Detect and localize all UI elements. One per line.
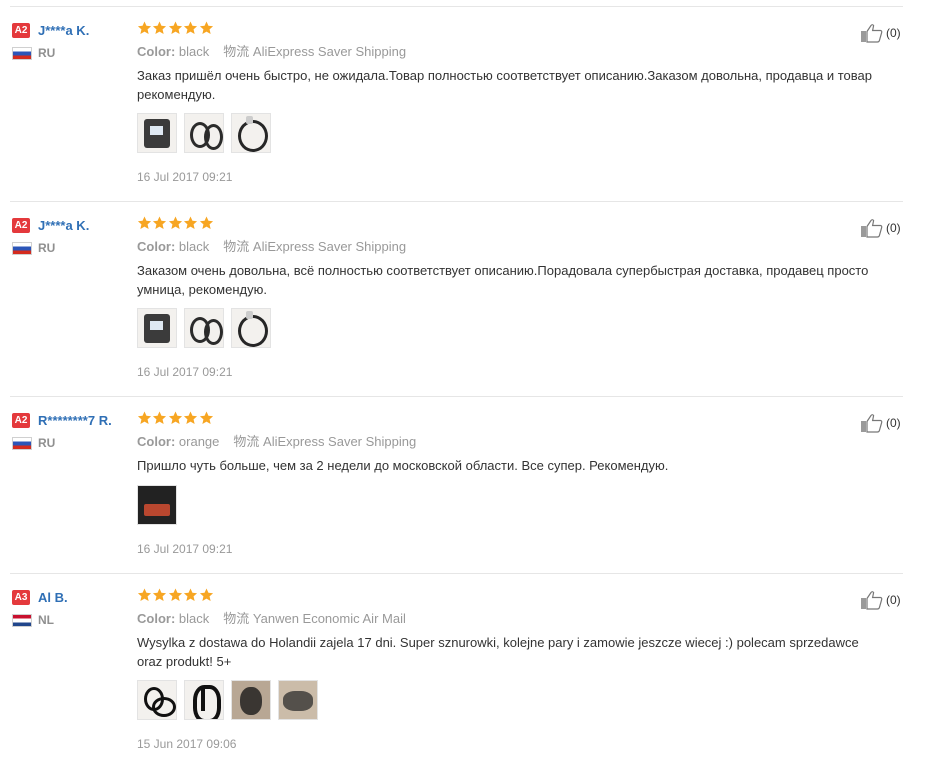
star-icon (137, 20, 152, 36)
reviewer-country: RU (38, 46, 56, 60)
review-text: Заказ пришёл очень быстро, не ожидала.То… (137, 68, 872, 102)
reviewer-country: NL (38, 613, 54, 627)
review-photos (137, 680, 325, 720)
helpful-count: (0) (886, 416, 901, 430)
star-icon (152, 410, 167, 426)
buyer-level-badge: A2 (12, 217, 30, 233)
color-value: black (178, 44, 210, 59)
russia-flag-icon (12, 46, 32, 60)
review-photos (137, 485, 184, 525)
color-value: black (178, 611, 210, 626)
review-divider (10, 201, 903, 202)
helpful-button[interactable]: (0) (860, 413, 901, 433)
review-date: 16 Jul 2017 09:21 (137, 365, 233, 379)
review-photo-thumbnail[interactable] (184, 680, 224, 720)
buyer-level-badge: A3 (12, 589, 30, 605)
top-divider (10, 6, 903, 7)
star-icon (183, 410, 198, 426)
color-value: black (178, 239, 210, 254)
thumbs-up-icon (860, 590, 883, 610)
color-label: Color: (137, 239, 176, 254)
order-info: Color: black 物流 AliExpress Saver Shipping (137, 41, 406, 60)
reviewer-name[interactable]: R********7 R. (38, 413, 112, 428)
star-icon (152, 215, 167, 231)
star-rating (137, 410, 214, 426)
review-photos (137, 113, 278, 153)
review-date: 15 Jun 2017 09:06 (137, 737, 237, 751)
color-label: Color: (137, 44, 176, 59)
review-date: 16 Jul 2017 09:21 (137, 170, 233, 184)
review-photo-thumbnail[interactable] (137, 113, 177, 153)
helpful-button[interactable]: (0) (860, 23, 901, 43)
russia-flag-icon (12, 241, 32, 255)
reviewer-country: RU (38, 241, 56, 255)
reviewer-name[interactable]: J****a K. (38, 218, 89, 233)
logistics-label: 物流 (223, 44, 250, 59)
reviewer-name[interactable]: J****a K. (38, 23, 89, 38)
star-icon (199, 215, 214, 231)
review-photo-thumbnail[interactable] (278, 680, 318, 720)
helpful-count: (0) (886, 26, 901, 40)
star-icon (152, 587, 167, 603)
star-icon (168, 410, 183, 426)
review-photo-thumbnail[interactable] (231, 308, 271, 348)
order-info: Color: black 物流 Yanwen Economic Air Mail (137, 608, 406, 627)
netherlands-flag-icon (12, 613, 32, 627)
helpful-count: (0) (886, 593, 901, 607)
review-photos (137, 308, 278, 348)
star-rating (137, 20, 214, 36)
review-photo-thumbnail[interactable] (137, 485, 177, 525)
buyer-level-badge: A2 (12, 412, 30, 428)
buyer-level-badge: A2 (12, 22, 30, 38)
shipping-method: AliExpress Saver Shipping (252, 239, 407, 254)
star-icon (168, 20, 183, 36)
logistics-label: 物流 (223, 611, 250, 626)
review-photo-thumbnail[interactable] (231, 113, 271, 153)
review-date: 16 Jul 2017 09:21 (137, 542, 233, 556)
star-icon (199, 20, 214, 36)
russia-flag-icon (12, 436, 32, 450)
star-icon (137, 587, 152, 603)
star-icon (183, 20, 198, 36)
shipping-method: AliExpress Saver Shipping (252, 44, 407, 59)
order-info: Color: black 物流 AliExpress Saver Shipping (137, 236, 406, 255)
review-photo-thumbnail[interactable] (137, 308, 177, 348)
helpful-button[interactable]: (0) (860, 590, 901, 610)
color-label: Color: (137, 611, 176, 626)
star-icon (168, 215, 183, 231)
star-icon (183, 215, 198, 231)
star-rating (137, 215, 214, 231)
order-info: Color: orange 物流 AliExpress Saver Shippin… (137, 431, 416, 450)
review-divider (10, 396, 903, 397)
helpful-count: (0) (886, 221, 901, 235)
logistics-label: 物流 (233, 434, 260, 449)
review-text: Пришло чуть больше, чем за 2 недели до м… (137, 458, 669, 473)
reviewer-country: RU (38, 436, 56, 450)
logistics-label: 物流 (223, 239, 250, 254)
reviewer-name[interactable]: Al B. (38, 590, 68, 605)
color-value: orange (178, 434, 220, 449)
star-icon (199, 410, 214, 426)
star-icon (137, 410, 152, 426)
thumbs-up-icon (860, 413, 883, 433)
review-photo-thumbnail[interactable] (184, 113, 224, 153)
star-rating (137, 587, 214, 603)
star-icon (183, 587, 198, 603)
star-icon (199, 587, 214, 603)
review-photo-thumbnail[interactable] (137, 680, 177, 720)
review-photo-thumbnail[interactable] (184, 308, 224, 348)
shipping-method: AliExpress Saver Shipping (263, 434, 417, 449)
review-text: Заказом очень довольна, всё полностью со… (137, 263, 869, 297)
thumbs-up-icon (860, 218, 883, 238)
review-divider (10, 573, 903, 574)
color-label: Color: (137, 434, 176, 449)
review-text: Wysylka z dostawa do Holandii zajela 17 … (137, 635, 859, 669)
review-photo-thumbnail[interactable] (231, 680, 271, 720)
thumbs-up-icon (860, 23, 883, 43)
star-icon (137, 215, 152, 231)
shipping-method: Yanwen Economic Air Mail (252, 611, 406, 626)
helpful-button[interactable]: (0) (860, 218, 901, 238)
star-icon (152, 20, 167, 36)
star-icon (168, 587, 183, 603)
